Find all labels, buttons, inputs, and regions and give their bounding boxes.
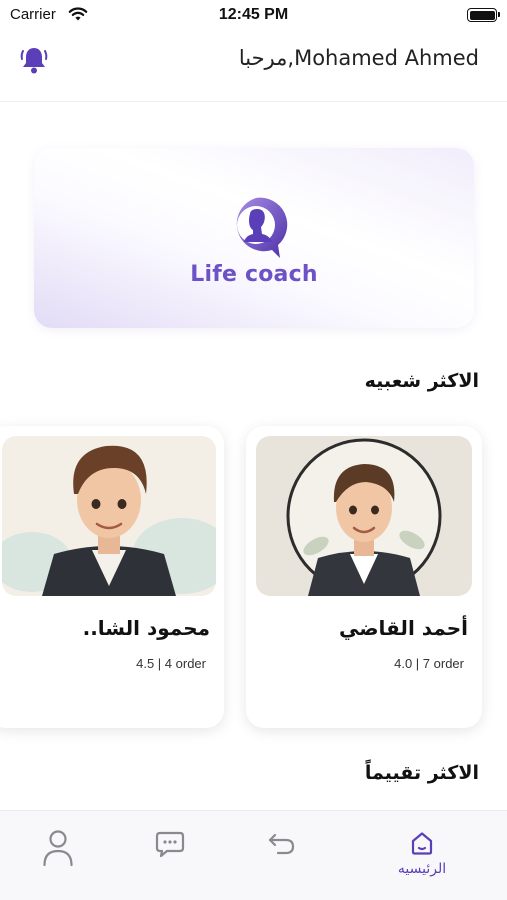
life-coach-logo-icon (220, 192, 292, 264)
bottom-tab-bar: الرئيسيه (0, 810, 507, 900)
status-bar: Carrier 12:45 PM (0, 0, 507, 32)
tab-home-label: الرئيسيه (397, 861, 447, 877)
clock: 12:45 PM (218, 6, 289, 23)
tab-profile[interactable] (8, 811, 108, 900)
bell-icon[interactable] (18, 44, 50, 76)
header: مرحبا,Mohamed Ahmed (0, 36, 507, 102)
section-title-popular: الاكثر شعبيه (364, 370, 479, 392)
coach-rating-orders: 4.0 | 7 order (394, 656, 464, 671)
promo-banner[interactable]: Life coach (34, 148, 474, 328)
coach-card[interactable]: أحمد القاضي 4.0 | 7 order (246, 426, 482, 728)
section-title-top-rated: الاكثر تقييماً (364, 762, 479, 784)
coach-card[interactable]: محمود الشا.. 4.5 | 4 order (0, 426, 224, 728)
tab-home[interactable]: الرئيسيه (372, 811, 472, 900)
coach-rating-orders: 4.5 | 4 order (136, 656, 206, 671)
coach-avatar (2, 436, 216, 596)
coach-name: محمود الشا.. (82, 616, 210, 640)
greeting-text: مرحبا,Mohamed Ahmed (238, 46, 479, 70)
tab-chat[interactable] (120, 811, 220, 900)
coach-name: أحمد القاضي (338, 616, 468, 640)
battery-icon (467, 8, 500, 22)
banner-logo-text: Life coach (190, 262, 318, 287)
tab-back[interactable] (232, 811, 332, 900)
coach-avatar (256, 436, 472, 596)
